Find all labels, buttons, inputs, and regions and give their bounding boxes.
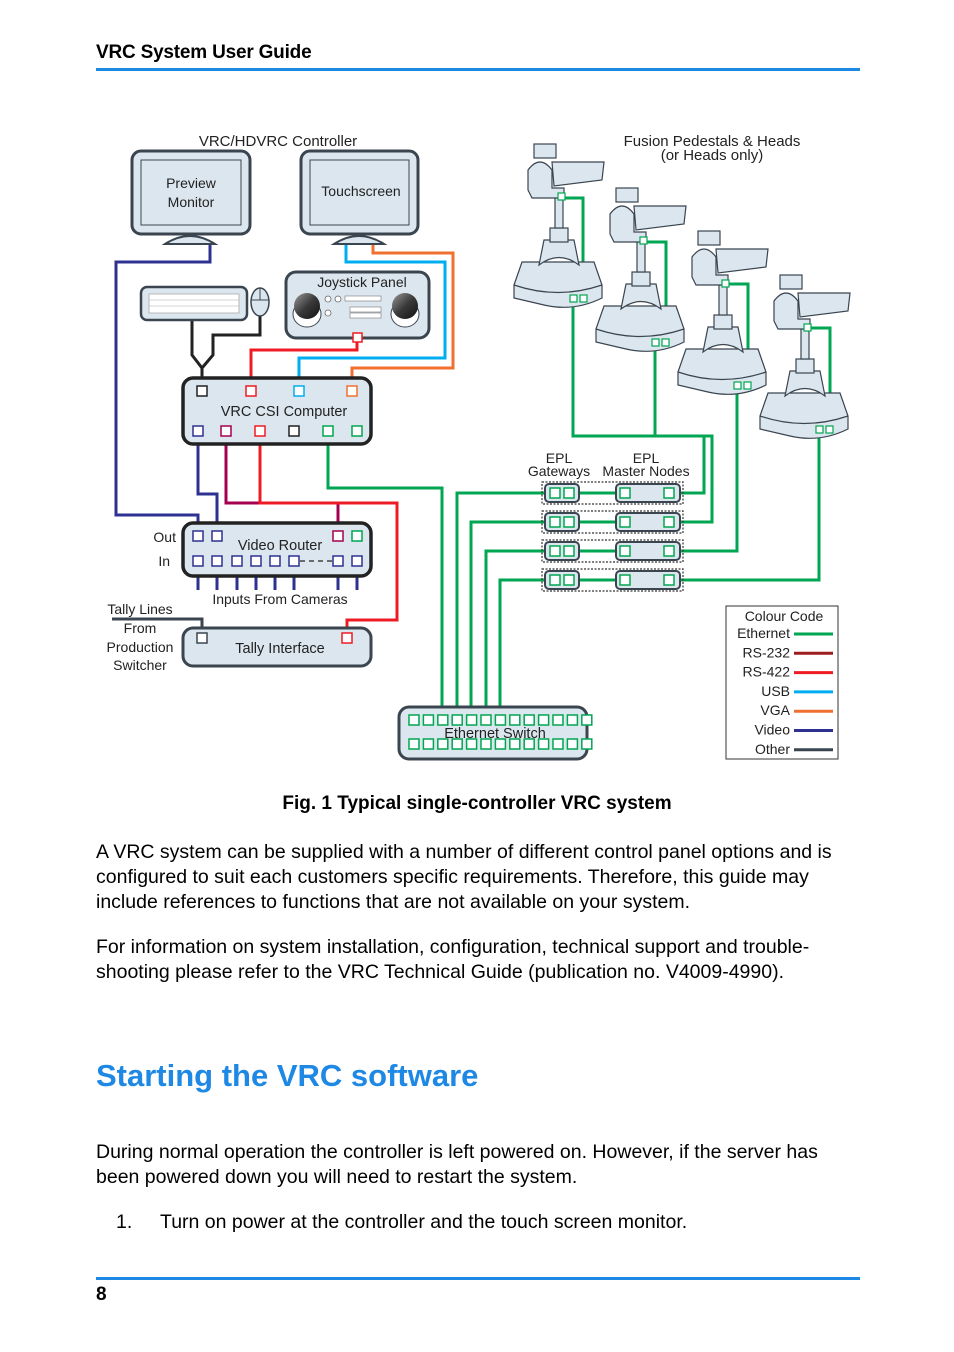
- switch-port: [523, 714, 535, 726]
- tally-lines-label: Tally Lines From Production Switcher: [107, 601, 174, 673]
- router-in-label: In: [158, 553, 170, 569]
- figure-caption: Fig. 1 Typical single-controller VRC sys…: [282, 793, 672, 814]
- touchscreen-monitor: Touchscreen: [299, 149, 420, 245]
- page-number: 8: [96, 1284, 107, 1305]
- switch-port: [509, 714, 521, 726]
- touchscreen-label: Touchscreen: [321, 183, 400, 199]
- inputs-from-cameras-label: Inputs From Cameras: [212, 591, 347, 607]
- pedestals-label-2: (or Heads only): [661, 147, 764, 164]
- step-text: Turn on power at the controller and the …: [160, 1211, 688, 1233]
- switch-port: [437, 714, 449, 726]
- switch-port: [408, 738, 420, 750]
- switch-port: [581, 738, 593, 750]
- system-diagram: VRC/HDVRC Controller Preview Monitor Tou…: [107, 133, 851, 761]
- tally-lines-line-2: From: [124, 620, 157, 636]
- switch-port: [523, 738, 535, 750]
- switch-port: [437, 738, 449, 750]
- cable-csi-rs232: [224, 433, 340, 533]
- video-router-label: Video Router: [238, 538, 323, 554]
- tally-lines-line-1: Tally Lines: [107, 601, 172, 617]
- legend-label: RS-232: [743, 644, 791, 660]
- switch-port: [581, 714, 593, 726]
- switch-port: [422, 738, 435, 750]
- switch-port: [422, 714, 435, 726]
- controller-label: VRC/HDVRC Controller: [199, 133, 357, 150]
- legend-label: Video: [754, 722, 790, 738]
- csi-computer: VRC CSI Computer: [181, 376, 373, 446]
- preview-monitor: Preview Monitor: [130, 149, 252, 245]
- switch-port: [566, 714, 579, 726]
- cable-mn4: [669, 430, 821, 582]
- joystick-panel-label: Joystick Panel: [317, 274, 406, 290]
- step-number: 1.: [116, 1211, 133, 1233]
- preview-monitor-label-2: Monitor: [168, 194, 215, 210]
- switch-port: [566, 738, 579, 750]
- switch-port: [451, 714, 463, 726]
- switch-port: [537, 714, 550, 726]
- legend-label: USB: [761, 683, 790, 699]
- csi-computer-label: VRC CSI Computer: [221, 404, 348, 420]
- switch-port: [465, 738, 478, 750]
- legend-label: Other: [755, 741, 790, 757]
- switch-port: [494, 738, 507, 750]
- epl-master-label-2: Master Nodes: [602, 463, 689, 479]
- switch-port: [537, 738, 550, 750]
- tally-lines-line-4: Switcher: [113, 657, 167, 673]
- legend-title: Colour Code: [745, 608, 824, 624]
- switch-port: [408, 714, 420, 726]
- pedestals: [513, 143, 851, 439]
- paragraph-intro: A VRC system can be supplied with a numb…: [96, 841, 832, 913]
- cable-gw4: [498, 578, 555, 720]
- switch-port: [451, 738, 463, 750]
- legend-label: RS-422: [743, 664, 791, 680]
- switch-port: [509, 738, 521, 750]
- mouse-icon: [250, 287, 270, 317]
- epl-rows: [541, 481, 684, 592]
- pedestal-icon: [595, 187, 687, 352]
- paragraph-references: For information on system installation, …: [96, 936, 810, 983]
- ethernet-switch: Ethernet Switch: [397, 705, 593, 761]
- legend-label: Ethernet: [737, 625, 790, 641]
- video-router: Out In Video Router Inputs From Cameras: [153, 521, 373, 607]
- pedestal-icon: [677, 230, 769, 395]
- preview-monitor-label-1: Preview: [166, 175, 217, 191]
- colour-code-legend: Colour Code Ethernet RS-232 RS-422 USB VGA Vi…: [725, 605, 839, 760]
- switch-port: [480, 714, 492, 726]
- tally-interface-label: Tally Interface: [235, 641, 324, 657]
- pedestal-icon: [759, 274, 851, 439]
- tally-interface: Tally Interface: [181, 626, 373, 668]
- epl-labels: EPL Gateways EPL Master Nodes: [528, 450, 690, 479]
- cable-csi-video: [196, 433, 219, 533]
- keyboard: [139, 285, 249, 322]
- tally-lines-line-3: Production: [107, 639, 174, 655]
- footer-rule: [96, 1277, 860, 1280]
- legend-label: VGA: [760, 702, 790, 718]
- router-out-label: Out: [153, 529, 176, 545]
- epl-gateways-label-2: Gateways: [528, 463, 590, 479]
- paragraph-startup: During normal operation the controller i…: [96, 1141, 818, 1188]
- pedestal-icon: [513, 143, 605, 308]
- joystick-panel: Joystick Panel: [284, 270, 431, 343]
- switch-port: [494, 714, 507, 726]
- switch-port: [465, 714, 478, 726]
- switch-port: [480, 738, 492, 750]
- switch-port: [552, 714, 564, 726]
- switch-port: [552, 738, 564, 750]
- section-heading: Starting the VRC software: [96, 1058, 479, 1093]
